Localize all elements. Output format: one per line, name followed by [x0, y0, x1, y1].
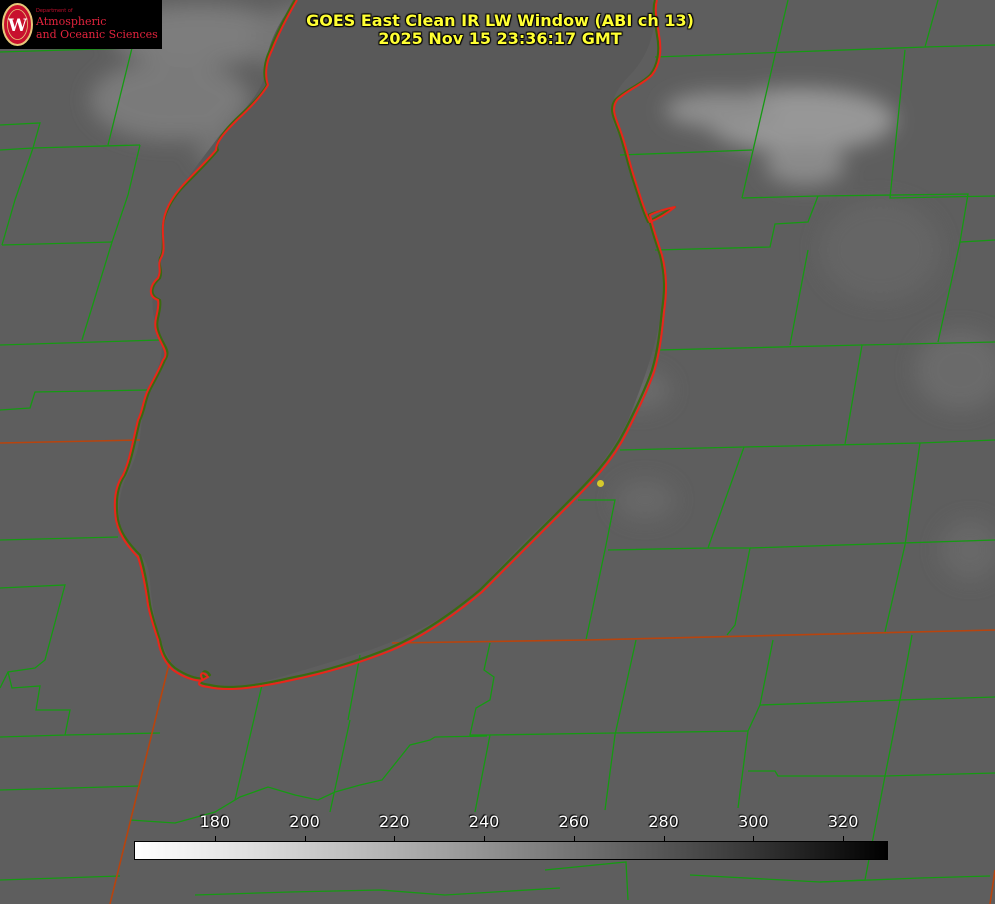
logo-line2: and Oceanic Sciences: [36, 28, 158, 41]
colorbar-tick-label: 240: [468, 812, 500, 831]
title-timestamp: 2025 Nov 15 23:36:17 GMT: [378, 29, 622, 48]
temperature-colorbar: [134, 841, 888, 860]
title-product: GOES East Clean IR LW Window (ABI ch 13): [306, 11, 694, 30]
colorbar-tick-label: 260: [558, 812, 590, 831]
seal-letter: W: [7, 16, 28, 36]
colorbar-tick-labels: 180 200 220 240 260 280 300 320: [0, 812, 995, 842]
image-title: GOES East Clean IR LW Window (ABI ch 13)…: [300, 12, 700, 48]
uw-seal-icon: W: [2, 3, 33, 46]
colorbar-tick-label: 200: [289, 812, 320, 831]
colorbar-tick-label: 280: [648, 812, 679, 831]
logo-line1: Atmospheric: [36, 15, 107, 28]
uw-aos-logo: W Department of Atmospheric and Oceanic …: [0, 0, 162, 49]
colorbar-tick-label: 220: [379, 812, 410, 831]
colorbar-tick-label: 320: [827, 812, 859, 831]
station-marker: [597, 480, 604, 487]
colorbar-tick-label: 300: [738, 812, 769, 831]
logo-dept-text: Department of: [36, 8, 73, 14]
satellite-map: [0, 0, 995, 904]
colorbar-tick-label: 180: [199, 812, 231, 831]
